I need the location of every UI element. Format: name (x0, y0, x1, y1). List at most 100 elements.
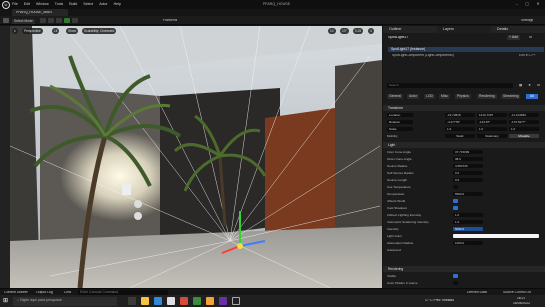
light-section-header[interactable]: Light (383, 142, 545, 148)
grid-view-icon[interactable]: ▦ (519, 84, 522, 87)
rotation-z[interactable]: -176.5277° (509, 119, 539, 125)
show-button[interactable]: Show (66, 28, 78, 34)
mobility-stationary[interactable]: Stationary (477, 133, 507, 139)
affects-world-checkbox[interactable] (453, 198, 458, 204)
spotlight-component[interactable]: SpotLightComponent (LightComponent0) (392, 54, 454, 57)
location-x[interactable]: -19.72818 (445, 112, 475, 118)
menu-tools[interactable]: Tools (55, 2, 63, 7)
clock-date[interactable]: 16/04/2022 (513, 302, 530, 305)
source-radius-field[interactable]: 4.584735 (453, 163, 483, 169)
settings-gear-icon[interactable]: ⚙ (529, 36, 532, 39)
viewport-options-button[interactable]: ≡ (12, 28, 18, 34)
menu-select[interactable]: Select (83, 2, 93, 7)
minimize-button[interactable]: – (513, 1, 521, 7)
filter-misc[interactable]: Misc (439, 94, 450, 100)
location-dropdown[interactable]: Location (387, 112, 413, 118)
outer-cone-angle-field[interactable]: 38.0 (453, 156, 483, 162)
rotation-y[interactable]: -144.87° (477, 119, 507, 125)
source-control-button[interactable]: Source Control Off (503, 291, 531, 294)
tab-outliner[interactable]: Outliner (383, 26, 437, 33)
menu-edit[interactable]: Edit (24, 2, 30, 7)
inner-cone-angle-field[interactable]: 37.715999 (453, 149, 483, 155)
filter-general[interactable]: General (387, 94, 404, 100)
menu-window[interactable]: Window (36, 2, 49, 7)
menu-build[interactable]: Build (69, 2, 77, 7)
location-y[interactable]: 1410.7307 (477, 112, 507, 118)
settings-icon[interactable]: ⚙ (537, 84, 540, 87)
menu-file[interactable]: File (12, 2, 18, 7)
attenuation-radius-field[interactable]: 1000.0 (453, 240, 483, 246)
select-mode-dropdown[interactable]: Select Mode (12, 18, 35, 24)
indirect-lighting-field[interactable]: 1.0 (453, 212, 483, 218)
location-z[interactable]: -11.104833 (509, 112, 539, 118)
source-length-field[interactable]: 0.0 (453, 177, 483, 183)
chrome-icon[interactable] (206, 297, 214, 305)
maximize-button[interactable]: ▢ (523, 1, 531, 7)
project-tab[interactable]: PFARQ_HOUSE_MAIN (12, 9, 68, 16)
cmd-dropdown[interactable]: Cmd (64, 291, 71, 294)
camera-speed-value[interactable]: 4 (368, 28, 374, 34)
play-options-icon[interactable] (72, 18, 78, 23)
save-icon[interactable] (3, 18, 9, 23)
menu-actor[interactable]: Actor (99, 2, 107, 7)
scale-y[interactable]: 1.0 (477, 126, 507, 132)
scale-z[interactable]: 1.0 (509, 126, 539, 132)
content-drawer-button[interactable]: Content Drawer (4, 291, 28, 294)
scalability-button[interactable]: Scalability: Cinematic (82, 28, 117, 34)
use-temperature-checkbox[interactable] (453, 184, 458, 190)
rotation-x[interactable]: -4.27778° (445, 119, 475, 125)
filter-actor[interactable]: Actor (407, 94, 419, 100)
filter-physics[interactable]: Physics (455, 94, 471, 100)
close-button[interactable]: ✕ (534, 1, 542, 7)
cinematics-icon[interactable] (56, 18, 62, 23)
visible-checkbox[interactable] (453, 273, 458, 279)
app-green-icon[interactable] (193, 297, 201, 305)
details-search-input[interactable]: Search (387, 83, 513, 88)
taskbar-search-input[interactable]: ⌕ Digite aqui para pesquisar (13, 296, 117, 306)
filter-streaming[interactable]: Streaming (501, 94, 521, 100)
derived-data-button[interactable]: Derived Data (467, 291, 487, 294)
windows-start-icon[interactable]: ⊞ (3, 298, 8, 304)
advanced-row[interactable]: Advanced (383, 247, 545, 253)
transform-section-header[interactable]: Transform (383, 105, 545, 111)
filter-rendering[interactable]: Rendering (477, 94, 497, 100)
blueprint-icon[interactable] (48, 18, 54, 23)
app-purple-icon[interactable] (219, 297, 227, 305)
settings-button[interactable]: Settings (521, 19, 533, 22)
filter-lod[interactable]: LOD (424, 94, 435, 100)
grid-snap-value[interactable]: 10 (328, 28, 336, 34)
scale-snap-value[interactable]: 0.25 (353, 28, 364, 34)
clock-time[interactable]: 16:27 (517, 297, 526, 300)
store-icon[interactable] (167, 297, 175, 305)
file-explorer-icon[interactable] (141, 297, 149, 305)
tab-layers[interactable]: Layers (437, 26, 491, 33)
menu-help[interactable]: Help (114, 2, 121, 7)
unreal-taskbar-icon[interactable] (232, 297, 240, 305)
actor-hidden-checkbox[interactable] (453, 280, 458, 286)
rotation-dropdown[interactable]: Rotation (387, 119, 413, 125)
app-red-icon[interactable] (180, 297, 188, 305)
perspective-button[interactable]: Perspective (22, 28, 43, 34)
light-color-swatch[interactable] (453, 233, 539, 239)
play-icon[interactable] (64, 18, 70, 23)
level-viewport[interactable]: ≡ Perspective Lit Show Scalability: Cine… (10, 26, 382, 288)
temperature-field[interactable]: 6500.0 (453, 191, 483, 197)
edge-icon[interactable] (154, 297, 162, 305)
rotation-snap-value[interactable]: 10° (340, 28, 349, 34)
cast-shadows-checkbox[interactable] (453, 205, 458, 211)
add-component-button[interactable]: + Add (507, 35, 520, 40)
mobility-static[interactable]: Static (445, 133, 475, 139)
actor-name[interactable]: SpotLight17 (388, 36, 408, 40)
weather-widget[interactable]: 17°C Prev. nublado (425, 299, 454, 302)
volumetric-scattering-field[interactable]: 1.0 (453, 219, 483, 225)
lit-button[interactable]: Lit (52, 28, 60, 34)
platforms-button[interactable]: Platforms (163, 19, 177, 22)
scale-dropdown[interactable]: Scale (387, 126, 413, 132)
tab-details[interactable]: Details (491, 26, 545, 33)
rendering-section-header[interactable]: Rendering (383, 266, 545, 272)
edit-in-cpp-link[interactable]: Edit in C++ (519, 54, 536, 57)
intensity-field[interactable]: 5000.0 (453, 226, 483, 232)
component-root[interactable]: SpotLight17 (Instance) (388, 47, 544, 52)
star-icon[interactable]: ★ (528, 84, 531, 87)
scale-x[interactable]: 1.0 (445, 126, 475, 132)
